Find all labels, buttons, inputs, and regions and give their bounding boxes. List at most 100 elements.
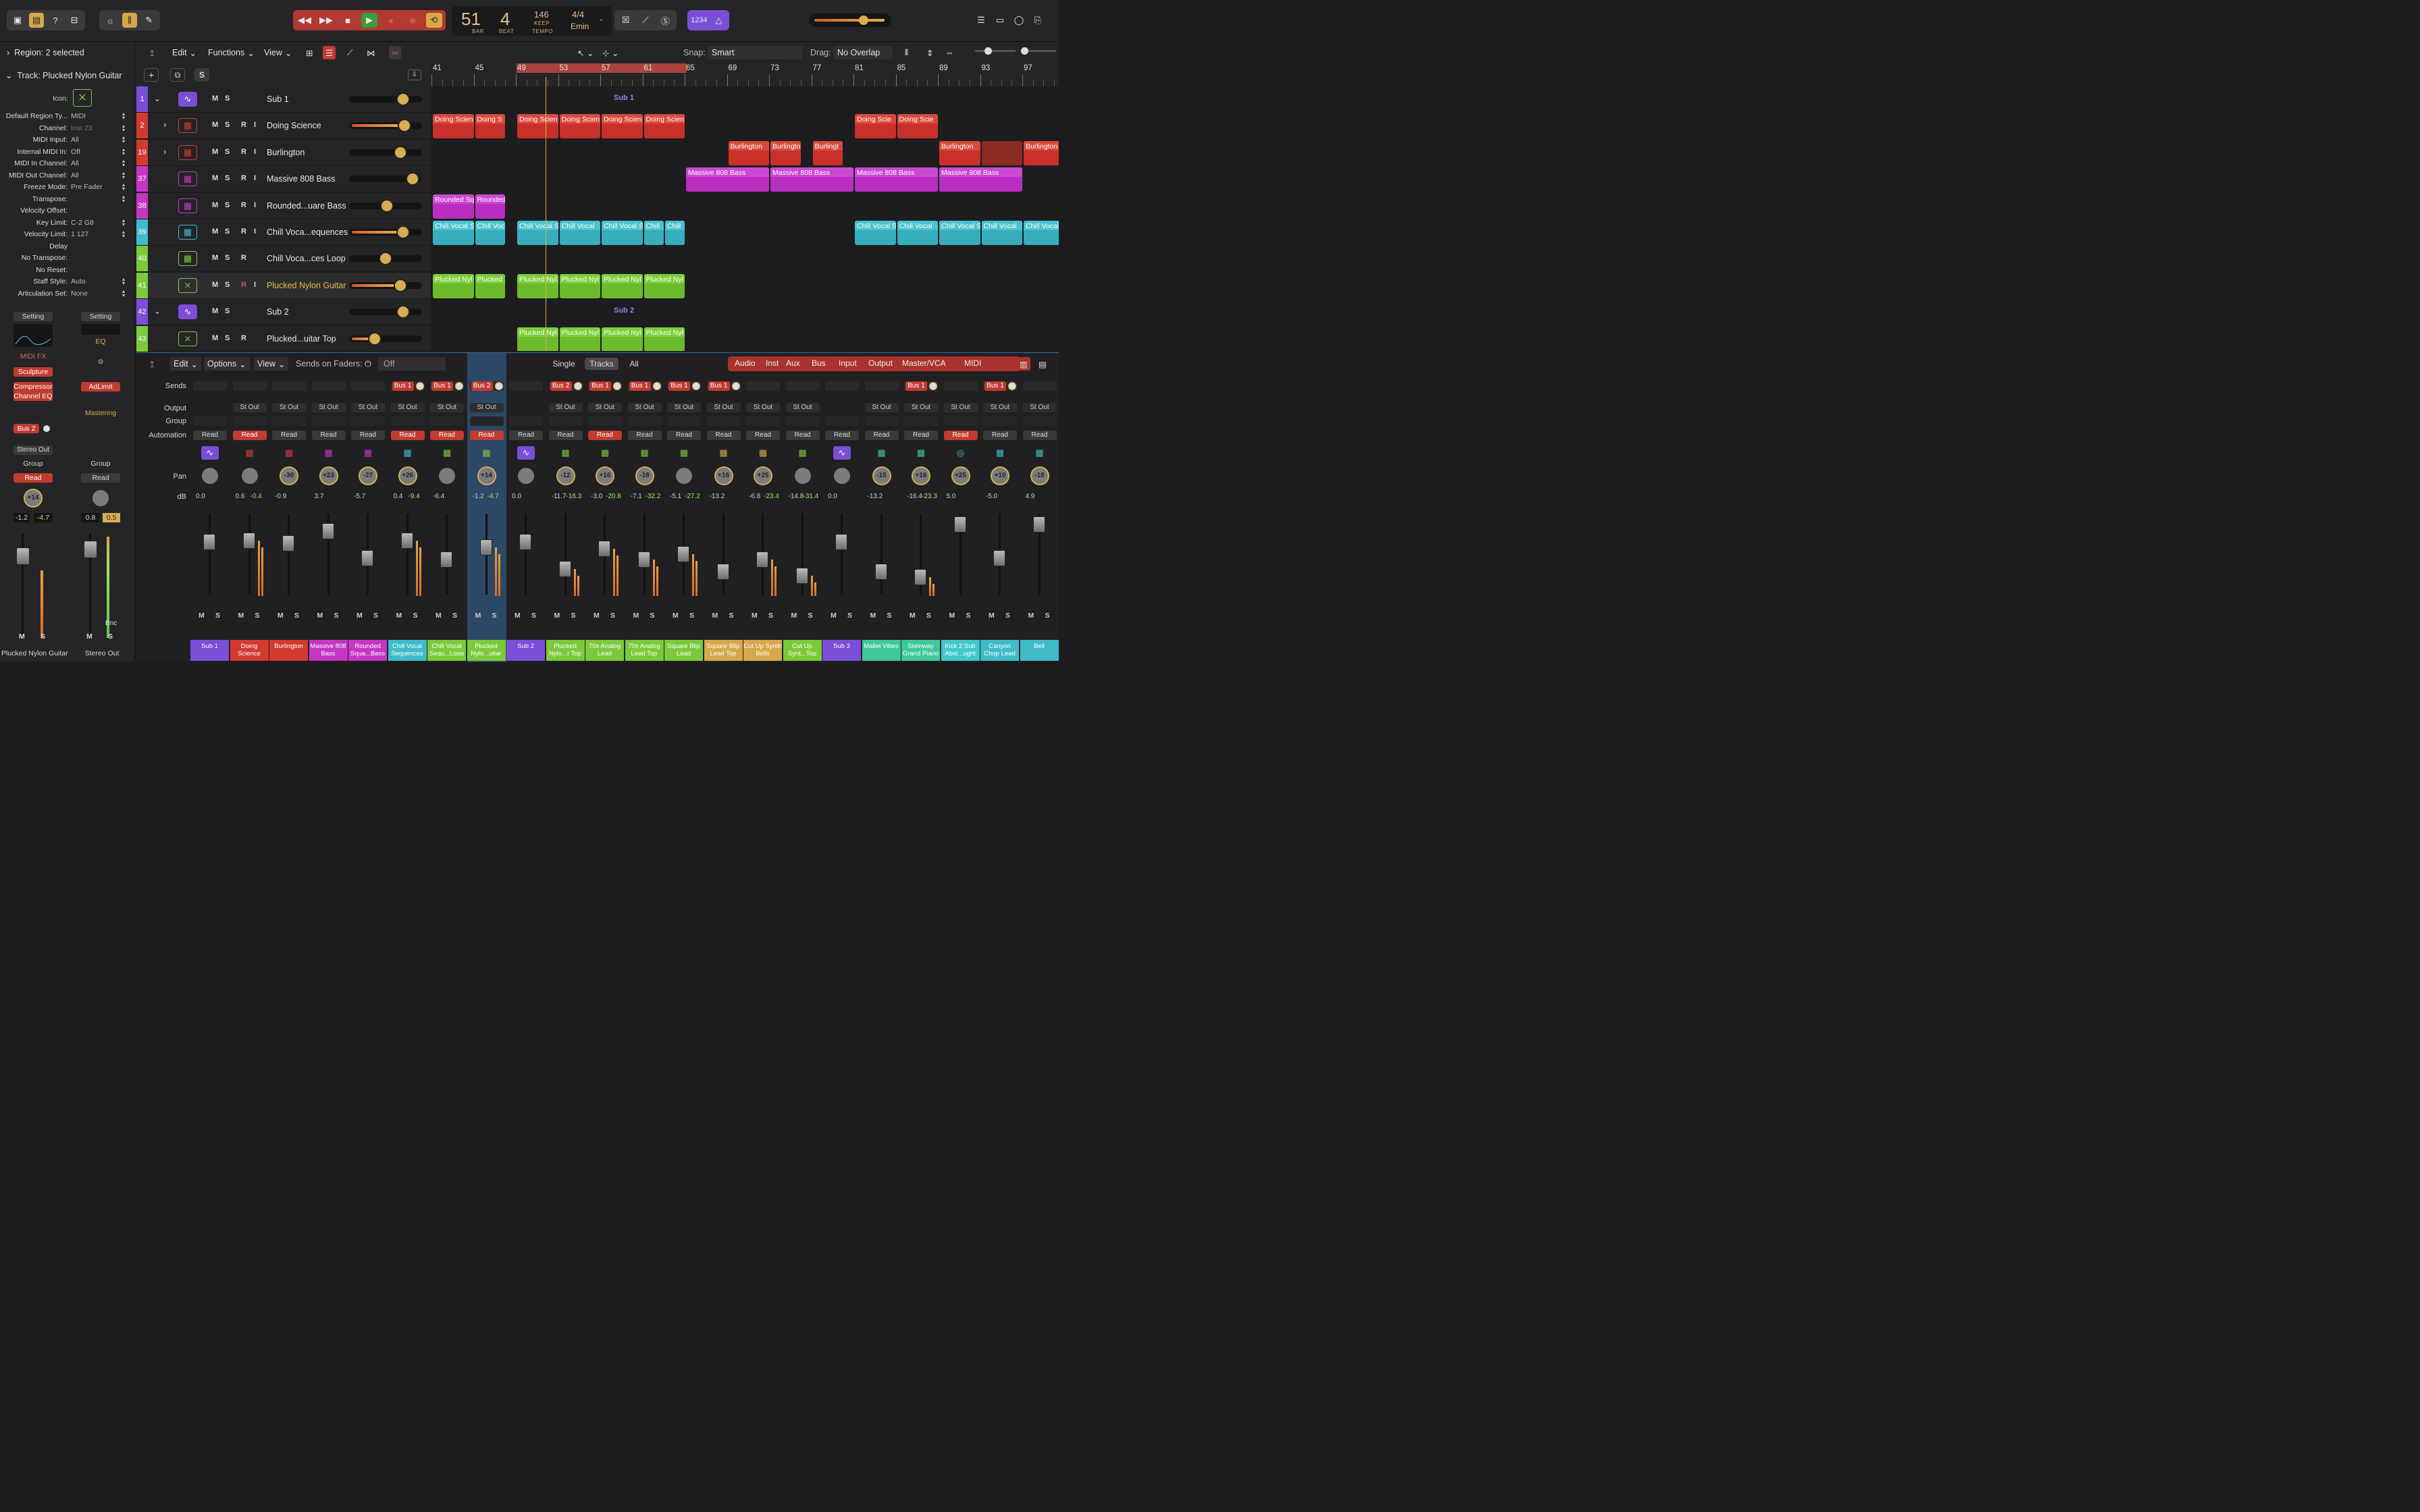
toolbar-icon[interactable]: ⊟ [67, 13, 82, 28]
region[interactable]: Burlingto [770, 140, 801, 165]
pan-knob[interactable]: +23 [320, 468, 337, 484]
channel-name[interactable]: 70s Analog Lead [585, 640, 624, 661]
keyboard-icon[interactable]: ▦ [636, 446, 654, 460]
output-slot[interactable]: St Out [351, 403, 385, 412]
mute-button[interactable]: M [238, 612, 244, 620]
channel-name[interactable]: Sub 2 [506, 640, 545, 661]
waveform-icon[interactable]: ∿ [517, 446, 535, 460]
region[interactable]: Rounded Sq [433, 194, 474, 219]
replace-icon[interactable]: ☒ [618, 13, 633, 28]
region[interactable]: Chill [664, 221, 685, 245]
volume-readout[interactable]: -1.2 [14, 513, 30, 522]
channel-name[interactable]: Chill Vocal Sequ...Loop [427, 640, 466, 661]
group-slot[interactable] [509, 416, 543, 426]
duplicate-track-icon[interactable]: ⧉ [170, 68, 185, 82]
drum-machine-icon[interactable]: ▦ [241, 446, 259, 460]
automation-icon[interactable]: ⟋ [347, 46, 353, 59]
output-slot[interactable]: St Out [785, 403, 820, 412]
region[interactable]: Rounded [475, 194, 506, 219]
solo-button[interactable]: S [225, 121, 230, 129]
volume-readout[interactable]: -16.4 [907, 493, 922, 500]
pan-knob[interactable]: +25 [755, 468, 771, 484]
inspector-field[interactable]: Transpose: ▴ ▾ [0, 194, 135, 207]
record-enable-button[interactable]: R [241, 201, 246, 209]
track-header[interactable]: 37 ▦ M S R I Massive 808 Bass [135, 166, 431, 193]
keyboard-icon[interactable]: ▦ [557, 446, 575, 460]
global-solo-icon[interactable]: S [194, 68, 209, 82]
channel-name[interactable]: Cut Up Synth Bells [743, 640, 782, 661]
automation-mode[interactable]: Read [272, 431, 306, 440]
send-level-knob[interactable] [732, 383, 739, 389]
send-slot[interactable]: Bus 1 [984, 381, 1006, 391]
group-slot[interactable] [430, 416, 464, 426]
track-alternatives-icon[interactable]: ⇩ [408, 70, 421, 80]
region[interactable]: Burlingt [812, 140, 843, 165]
ruler[interactable]: 41 45 49 53 57 61 65 69 73 77 81 85 89 93 97 [431, 63, 1059, 86]
solo-button[interactable]: S [225, 148, 230, 156]
output-slot[interactable]: St Out [311, 403, 346, 412]
channel-name[interactable]: Canyon Chop Lead [980, 640, 1019, 661]
waveform-zoom-icon[interactable]: ⫴ [905, 46, 908, 59]
pan-knob[interactable]: +16 [913, 468, 929, 484]
region[interactable]: Chill Vocal S [602, 221, 643, 245]
region[interactable]: Plucked Nyl [559, 327, 600, 351]
mute-button[interactable]: M [19, 632, 25, 641]
volume-fader[interactable] [993, 550, 1005, 566]
inspector-field-value[interactable]: Pre Fader [71, 183, 103, 191]
setting-button[interactable]: Setting [14, 312, 53, 321]
volume-readout[interactable]: -5.0 [986, 493, 997, 500]
inspector-field[interactable]: MIDI In Channel: All ▴ ▾ [0, 159, 135, 171]
send-bus-2[interactable]: Bus 2 [14, 424, 39, 433]
track-volume-slider[interactable] [349, 120, 422, 132]
keyboard-icon[interactable]: ▦ [178, 251, 197, 267]
chevron-down-icon[interactable]: ⌄ [154, 94, 161, 103]
automation-mode[interactable]: Read [627, 431, 662, 440]
keyboard-icon[interactable]: ▦ [991, 446, 1009, 460]
keyboard-icon[interactable]: ▦ [873, 446, 891, 460]
send-level-knob[interactable] [456, 383, 463, 389]
region[interactable]: Plucked Nyl [559, 273, 600, 298]
channel-name[interactable]: Cut Up Synt...Top [783, 640, 822, 661]
group-slot[interactable] [272, 416, 306, 426]
send-level-knob[interactable] [574, 383, 581, 389]
mute-button[interactable]: M [594, 612, 600, 620]
input-monitor-button[interactable]: I [254, 281, 256, 289]
automation-mode[interactable]: Read [1022, 431, 1057, 440]
volume-readout[interactable]: -13.2 [710, 493, 725, 500]
volume-fader[interactable] [677, 546, 689, 562]
drum-machine-icon[interactable]: ▦ [178, 118, 197, 134]
volume-fader[interactable] [874, 564, 887, 580]
track-name[interactable]: Plucked...uitar Top [267, 334, 336, 344]
region[interactable]: Chill Voc [475, 221, 506, 245]
solo-button[interactable]: S [808, 612, 813, 620]
volume-fader[interactable] [440, 551, 452, 568]
volume-readout[interactable]: -11.7 [552, 493, 567, 500]
keyboard-icon[interactable]: ▦ [399, 446, 417, 460]
waveform-icon[interactable]: ∿ [178, 92, 197, 107]
channel-name[interactable]: 70s Analog Lead Top [625, 640, 664, 661]
automation-mode[interactable]: Read [983, 431, 1017, 440]
stepper-icon[interactable]: ▴ ▾ [122, 194, 125, 203]
solo-button[interactable]: S [452, 612, 457, 620]
region[interactable]: Massive 808 Bass [686, 167, 769, 192]
mute-button[interactable]: M [1028, 612, 1034, 620]
region[interactable]: Chill [643, 221, 664, 245]
output-slot[interactable]: St Out [232, 403, 267, 412]
group-slot[interactable] [469, 416, 504, 426]
mute-button[interactable]: M [278, 612, 284, 620]
volume-readout[interactable]: -5.7 [354, 493, 365, 500]
output-slot[interactable]: St Out [904, 403, 938, 412]
volume-fader[interactable] [321, 523, 334, 539]
mute-button[interactable]: M [212, 121, 218, 129]
mute-button[interactable]: M [515, 612, 521, 620]
output-slot[interactable]: St Out [430, 403, 464, 412]
output-slot[interactable]: St Out [746, 403, 780, 412]
inspector-field[interactable]: Velocity Limit: 1 127 ▴ ▾ [0, 230, 135, 242]
mute-button[interactable]: M [212, 174, 218, 182]
send-level-knob[interactable] [1009, 383, 1016, 389]
record-icon[interactable]: ● [383, 13, 399, 28]
region[interactable]: Doing S [475, 114, 506, 139]
solo-button[interactable]: S [1045, 612, 1050, 620]
list-view-icon[interactable]: ☰ [323, 46, 336, 59]
inspector-field-value[interactable]: All [71, 159, 79, 167]
